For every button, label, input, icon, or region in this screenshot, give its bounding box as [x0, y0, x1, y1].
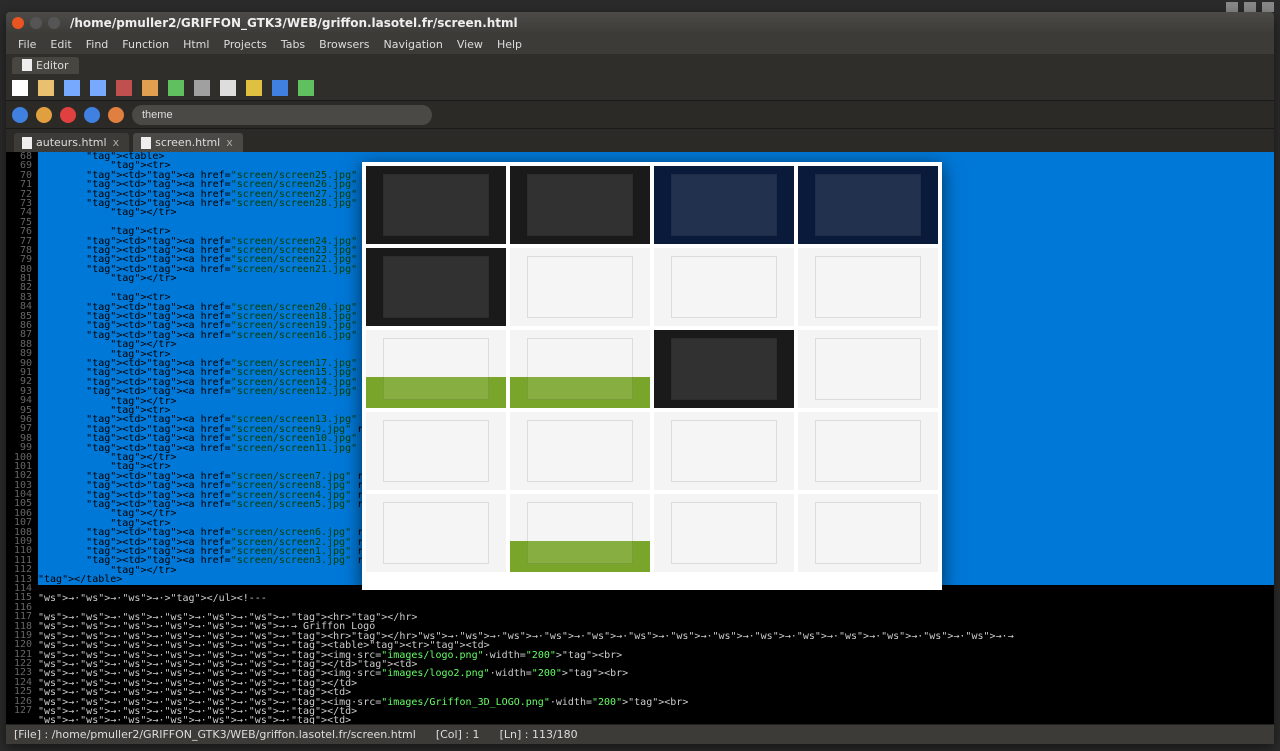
document-icon: [22, 137, 32, 149]
window-maximize-button[interactable]: [48, 17, 60, 29]
file-tab-strip: auteurs.html x screen.html x: [6, 128, 1274, 152]
status-file: [File] : /home/pmuller2/GRIFFON_GTK3/WEB…: [14, 728, 416, 741]
window-titlebar: /home/pmuller2/GRIFFON_GTK3/WEB/griffon.…: [6, 12, 1274, 34]
screenshot-thumbnail[interactable]: [366, 166, 506, 244]
menu-file[interactable]: File: [12, 36, 42, 53]
help-q-icon[interactable]: [84, 107, 100, 123]
save-all-icon[interactable]: [90, 80, 106, 96]
editor-tab-label: Editor: [36, 59, 69, 72]
gear-icon[interactable]: [194, 80, 210, 96]
window-title: /home/pmuller2/GRIFFON_GTK3/WEB/griffon.…: [70, 16, 518, 30]
doc-icon[interactable]: [220, 80, 236, 96]
status-ln: [Ln] : 113/180: [500, 728, 578, 741]
redo-icon[interactable]: [168, 80, 184, 96]
screenshot-thumbnail[interactable]: [366, 330, 506, 408]
editor-tab[interactable]: Editor: [12, 57, 79, 74]
screenshot-thumbnail[interactable]: [654, 166, 794, 244]
tab-close-icon[interactable]: x: [224, 136, 235, 149]
tab-close-icon[interactable]: x: [111, 136, 122, 149]
search-icon[interactable]: [12, 107, 28, 123]
screenshot-thumbnail[interactable]: [798, 166, 938, 244]
window-close-button[interactable]: [12, 17, 24, 29]
screenshot-thumbnail[interactable]: [510, 494, 650, 572]
new-icon[interactable]: [12, 80, 28, 96]
info-icon[interactable]: [272, 80, 288, 96]
plus-icon[interactable]: [298, 80, 314, 96]
file-tab-screen-html[interactable]: screen.html x: [133, 133, 243, 152]
screenshot-thumbnail[interactable]: [366, 494, 506, 572]
screenshot-thumbnail[interactable]: [366, 412, 506, 490]
menu-view[interactable]: View: [451, 36, 489, 53]
menu-find[interactable]: Find: [80, 36, 115, 53]
document-icon: [141, 137, 151, 149]
tool-icon[interactable]: [116, 80, 132, 96]
upper-notebook-tabs: Editor: [6, 54, 1274, 76]
screenshot-thumbnail[interactable]: [510, 166, 650, 244]
screenshot-thumbnail[interactable]: [798, 248, 938, 326]
highlight-icon[interactable]: [60, 107, 76, 123]
file-tab-label: screen.html: [155, 136, 220, 149]
menu-html[interactable]: Html: [177, 36, 215, 53]
screenshot-thumbnail[interactable]: [798, 494, 938, 572]
screenshot-thumbnail[interactable]: [654, 494, 794, 572]
screenshot-thumbnail[interactable]: [510, 330, 650, 408]
status-bar: [File] : /home/pmuller2/GRIFFON_GTK3/WEB…: [6, 724, 1274, 744]
editor-area: 6869707172737475767778798081828384858687…: [6, 152, 1274, 724]
file-tab-label: auteurs.html: [36, 136, 107, 149]
screenshot-thumbnail[interactable]: [654, 412, 794, 490]
menu-bar: FileEditFindFunctionHtmlProjectsTabsBrow…: [6, 34, 1274, 54]
menu-browsers[interactable]: Browsers: [313, 36, 375, 53]
menu-tabs[interactable]: Tabs: [275, 36, 311, 53]
status-col: [Col] : 1: [436, 728, 480, 741]
line-number-gutter: 6869707172737475767778798081828384858687…: [6, 152, 38, 724]
app-window: /home/pmuller2/GRIFFON_GTK3/WEB/griffon.…: [6, 12, 1274, 744]
menu-projects[interactable]: Projects: [217, 36, 272, 53]
search-toolbar: [6, 100, 1274, 128]
menu-function[interactable]: Function: [116, 36, 175, 53]
menu-help[interactable]: Help: [491, 36, 528, 53]
screenshot-thumbnail[interactable]: [798, 412, 938, 490]
menu-navigation[interactable]: Navigation: [377, 36, 448, 53]
main-toolbar: [6, 76, 1274, 100]
screenshot-thumbnail[interactable]: [798, 330, 938, 408]
star-icon[interactable]: [246, 80, 262, 96]
screenshot-thumbnail[interactable]: [510, 412, 650, 490]
save-icon[interactable]: [64, 80, 80, 96]
preview-gallery-popup: [362, 162, 942, 590]
file-tab-auteurs-html[interactable]: auteurs.html x: [14, 133, 129, 152]
window-minimize-button[interactable]: [30, 17, 42, 29]
help-arrow-icon[interactable]: [108, 107, 124, 123]
search-input[interactable]: [132, 105, 432, 125]
screenshot-thumbnail[interactable]: [654, 330, 794, 408]
goto-icon[interactable]: [36, 107, 52, 123]
undo-icon[interactable]: [142, 80, 158, 96]
document-icon: [22, 59, 32, 71]
menu-edit[interactable]: Edit: [44, 36, 77, 53]
screenshot-thumbnail[interactable]: [510, 248, 650, 326]
screenshot-thumbnail[interactable]: [366, 248, 506, 326]
screenshot-thumbnail[interactable]: [654, 248, 794, 326]
open-icon[interactable]: [38, 80, 54, 96]
